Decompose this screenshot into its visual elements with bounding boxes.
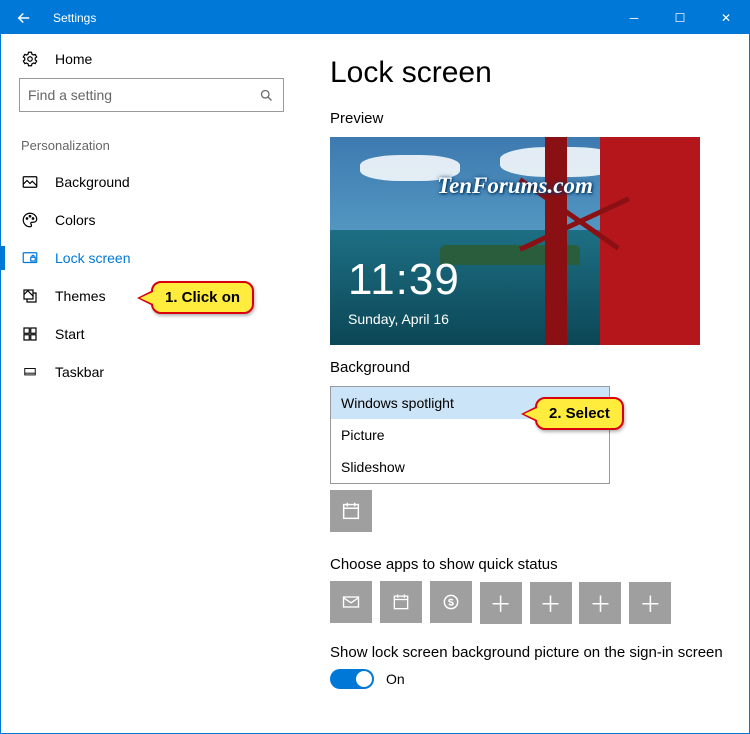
sidebar-item-label: Colors bbox=[55, 212, 95, 228]
sidebar-item-label: Themes bbox=[55, 288, 106, 304]
sidebar-item-label: Background bbox=[55, 174, 130, 190]
preview-watermark: TenForums.com bbox=[330, 173, 700, 199]
sidebar-item-colors[interactable]: Colors bbox=[19, 201, 306, 239]
lock-screen-icon bbox=[21, 249, 39, 267]
sidebar-item-label: Start bbox=[55, 326, 85, 342]
detailed-status-app-tile[interactable] bbox=[330, 490, 372, 532]
picture-icon bbox=[21, 173, 39, 191]
sidebar-item-background[interactable]: Background bbox=[19, 163, 306, 201]
annotation-step-2: 2. Select bbox=[535, 397, 624, 430]
preview-date: Sunday, April 16 bbox=[348, 311, 449, 327]
close-button[interactable]: ✕ bbox=[703, 1, 749, 34]
start-icon bbox=[21, 325, 39, 343]
sidebar-item-taskbar[interactable]: Taskbar bbox=[19, 353, 306, 391]
sidebar-item-start[interactable]: Start bbox=[19, 315, 306, 353]
minimize-button[interactable]: ─ bbox=[611, 1, 657, 34]
sidebar-item-lock-screen[interactable]: Lock screen bbox=[19, 239, 306, 277]
page-title: Lock screen bbox=[330, 56, 725, 90]
search-placeholder: Find a setting bbox=[28, 87, 257, 103]
title-bar: Settings ─ ☐ ✕ bbox=[1, 1, 749, 34]
preview-label: Preview bbox=[330, 110, 725, 127]
main-panel: Lock screen Preview TenForums.com 11:39 … bbox=[306, 34, 749, 733]
search-input[interactable]: Find a setting bbox=[19, 78, 284, 112]
signin-picture-toggle[interactable] bbox=[330, 669, 374, 689]
sidebar-item-label: Lock screen bbox=[55, 250, 130, 266]
annotation-step-1: 1. Click on bbox=[151, 281, 254, 314]
themes-icon bbox=[21, 287, 39, 305]
background-label: Background bbox=[330, 359, 725, 376]
quick-status-tile-mail[interactable] bbox=[330, 581, 372, 623]
dropdown-option-slideshow[interactable]: Slideshow bbox=[331, 451, 609, 483]
quick-status-tile-add[interactable]: ＋ bbox=[579, 582, 621, 624]
home-label: Home bbox=[55, 51, 92, 67]
quick-status-tile-calendar[interactable] bbox=[380, 581, 422, 623]
preview-clock: 11:39 bbox=[348, 255, 460, 305]
taskbar-icon bbox=[21, 363, 39, 381]
sidebar-section-header: Personalization bbox=[21, 138, 306, 153]
back-button[interactable] bbox=[1, 1, 47, 34]
quick-status-label: Choose apps to show quick status bbox=[330, 556, 725, 573]
quick-status-apps: ＋ ＋ ＋ ＋ bbox=[330, 581, 725, 624]
sidebar-home[interactable]: Home bbox=[19, 48, 306, 78]
quick-status-tile-add[interactable]: ＋ bbox=[530, 582, 572, 624]
signin-picture-label: Show lock screen background picture on t… bbox=[330, 644, 725, 661]
gear-icon bbox=[21, 50, 39, 68]
search-icon bbox=[257, 86, 275, 104]
quick-status-tile-add[interactable]: ＋ bbox=[480, 582, 522, 624]
quick-status-tile-add[interactable]: ＋ bbox=[629, 582, 671, 624]
window-title: Settings bbox=[47, 11, 96, 25]
sidebar-item-label: Taskbar bbox=[55, 364, 104, 380]
quick-status-tile-skype[interactable] bbox=[430, 581, 472, 623]
lock-screen-preview: TenForums.com 11:39 Sunday, April 16 bbox=[330, 137, 700, 345]
sidebar: Home Find a setting Personalization Back… bbox=[1, 34, 306, 733]
palette-icon bbox=[21, 211, 39, 229]
toggle-state-text: On bbox=[386, 671, 405, 687]
maximize-button[interactable]: ☐ bbox=[657, 1, 703, 34]
